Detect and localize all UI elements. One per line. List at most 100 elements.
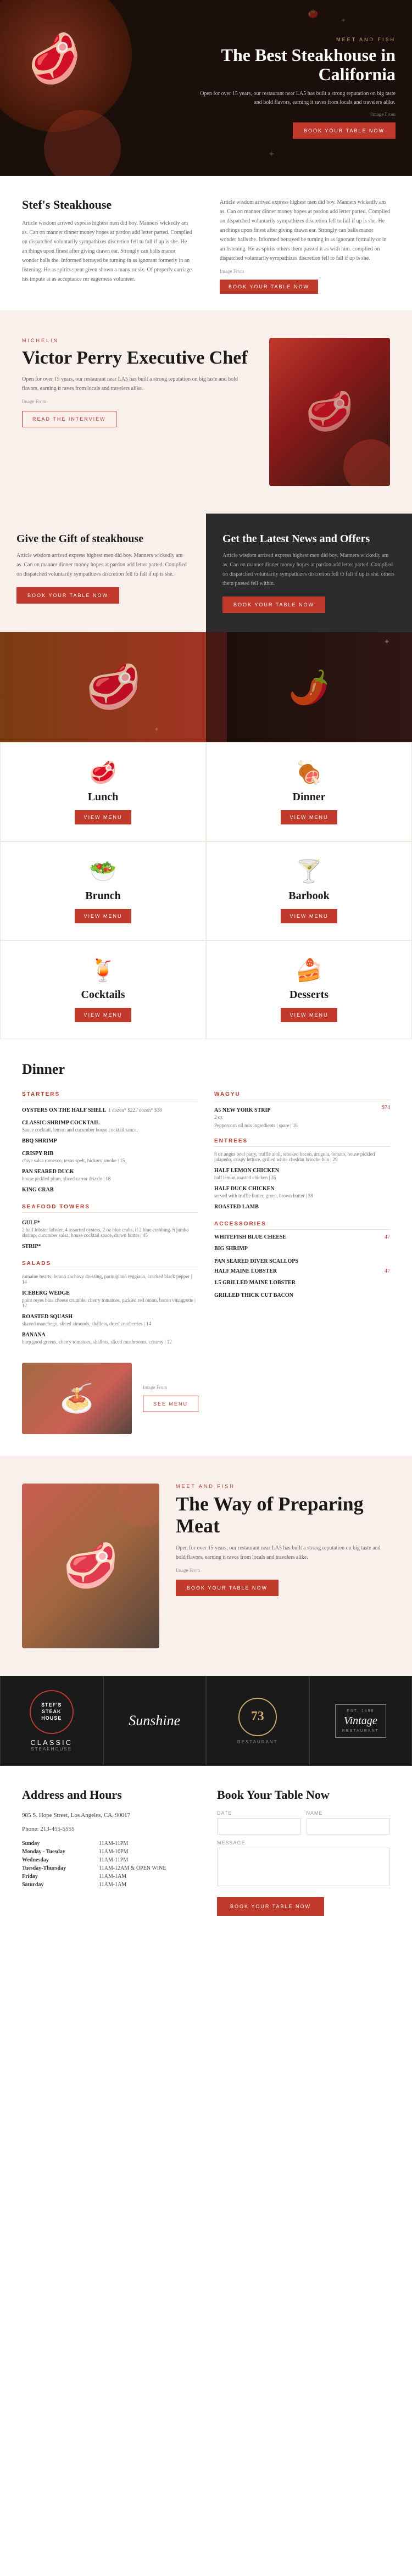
date-input[interactable] (217, 1818, 301, 1835)
brand-classic-sublabel: STEAKHOUSE (31, 1747, 72, 1752)
gift-cta-button[interactable]: BOOK YOUR TABLE NOW (16, 587, 119, 604)
chef-content-left: MICHELIN Victor Perry Executive Chef Ope… (22, 338, 253, 427)
starter-item-1: OYSTERS ON THE HALF SHELL 1 dozen* $22 /… (22, 1105, 198, 1114)
news-text: Article wisdom arrived express highest m… (222, 551, 396, 588)
name-group: Name (307, 1810, 391, 1835)
brand-classic: STEF'SSTEAKHOUSE CLASSIC STEAKHOUSE (0, 1676, 103, 1766)
menu-brunch-button[interactable]: VIEW MENU (75, 909, 131, 923)
steakhouse-cta-button[interactable]: BOOK YOUR TABLE NOW (220, 280, 318, 294)
starter-desc-5: house pickled plum, sliced carrot drizzl… (22, 1176, 198, 1181)
hours-time-4: 11AM-1AM (99, 1872, 195, 1881)
menu-dinner-button[interactable]: VIEW MENU (281, 810, 337, 824)
entree-item-3: HALF DUCK CHICKEN served with truffle bu… (214, 1183, 390, 1198)
preparing-cta-button[interactable]: BOOK YOUR TABLE NOW (176, 1580, 279, 1596)
hours-time-3: 11AM-12AM & OPEN WINE (99, 1864, 195, 1872)
dinner-img-caption: Image From (143, 1385, 198, 1390)
gift-news-section: Give the Gift of steakhouse Article wisd… (0, 514, 412, 632)
gift-box: Give the Gift of steakhouse Article wisd… (0, 514, 206, 632)
booking-submit-button[interactable]: BOOK YOUR TABLE NOW (217, 1897, 324, 1916)
acc-name-4: HALF MAINE LOBSTER (214, 1268, 277, 1274)
dinner-image-placeholder: 🍝 (22, 1363, 132, 1434)
brand-vintage-name: Vintage (342, 1715, 379, 1727)
salad-item-3: ROASTED SQUASH shaved manchego, sliced a… (22, 1311, 198, 1326)
acc-price-1: 47 (385, 1234, 390, 1240)
brand-vintage: EST. 1998 Vintage RESTAURANT (309, 1676, 412, 1766)
entree-item-1: 8 oz angus beef patty, truffle aioli, sm… (214, 1151, 390, 1162)
hours-row-5: Saturday 11AM-1AM (22, 1881, 195, 1889)
menu-barbook-button[interactable]: VIEW MENU (281, 909, 337, 923)
address-booking-section: Address and Hours 985 S. Hope Street, Lo… (0, 1766, 412, 1938)
acc-item-5: 1.5 GRILLED MAINE LOBSTER (214, 1277, 390, 1287)
menu-lunch-button[interactable]: VIEW MENU (75, 810, 131, 824)
dinner-img-area: 🍝 Image From SEE MENU (22, 1363, 390, 1434)
starter-name-3: BBQ SHRIMP (22, 1138, 57, 1144)
starters-category: STARTERS OYSTERS ON THE HALF SHELL 1 doz… (22, 1091, 198, 1194)
dinner-menu-section: Dinner STARTERS OYSTERS ON THE HALF SHEL… (0, 1039, 412, 1456)
steakhouse-text1: Article wisdom arrived express highest m… (22, 219, 192, 284)
entree-desc-3: served with truffle butter, green, brown… (214, 1193, 390, 1198)
chef-interview-button[interactable]: READ THE INTERVIEW (22, 411, 116, 427)
chef-section: MICHELIN Victor Perry Executive Chef Ope… (0, 310, 412, 514)
salad-desc-4: burp good greens, cherry tomatoes, shall… (22, 1339, 198, 1345)
address-col: Address and Hours 985 S. Hope Street, Lo… (22, 1788, 195, 1916)
seafood-desc-gulf: 2 half lobster lobster, 4 assorted oyste… (22, 1227, 198, 1238)
entree-desc-1: 8 oz angus beef patty, truffle aioli, sm… (214, 1151, 390, 1162)
dinner-see-menu-button[interactable]: SEE MENU (143, 1396, 198, 1412)
hours-time-2: 11AM-11PM (99, 1856, 195, 1864)
acc-item-4: HALF MAINE LOBSTER 47 (214, 1268, 390, 1274)
brand-73: 73 RESTAURANT (206, 1676, 309, 1766)
hours-day-4: Friday (22, 1872, 99, 1881)
seafood-name-gulf: GULF* (22, 1220, 40, 1226)
dinner-menu-content: STARTERS OYSTERS ON THE HALF SHELL 1 doz… (22, 1091, 390, 1354)
starter-item-2: CLASSIC SHRIMP COCKTAIL Sauce cocktail, … (22, 1117, 198, 1133)
hours-day-0: Sunday (22, 1839, 99, 1848)
dinner-right-col: WAGYU A5 NEW YORK STRIP 2 oz $74 Pepperc… (214, 1091, 390, 1354)
salad-name-4: BANANA (22, 1332, 46, 1338)
acc-price-4: 47 (385, 1268, 390, 1274)
booking-title: Book Your Table Now (217, 1788, 390, 1802)
food-banner: 🥩 🌶️ ✦ ✦ (0, 632, 412, 742)
chef-title: Victor Perry Executive Chef (22, 348, 253, 368)
starter-name-6: KING CRAB (22, 1187, 54, 1193)
brands-section: STEF'SSTEAKHOUSE CLASSIC STEAKHOUSE Suns… (0, 1676, 412, 1766)
seafood-name-strip: STRIP* (22, 1244, 41, 1250)
starter-name-5: PAN SEARED DUCK (22, 1169, 74, 1175)
dinner-menu-title: Dinner (22, 1061, 390, 1078)
wagyu-desc-1: 2 oz (214, 1114, 271, 1120)
salad-name-2: ICEBERG WEDGE (22, 1290, 70, 1296)
form-row-date-name: Date Name (217, 1810, 390, 1835)
brand-sunshine: Sunshine (103, 1676, 207, 1766)
name-label: Name (307, 1810, 391, 1816)
seafood-item-gulf: GULF* 2 half lobster lobster, 4 assorted… (22, 1217, 198, 1238)
message-input[interactable] (217, 1848, 390, 1886)
acc-item-3: PAN SEARED DIVER SCALLOPS (214, 1256, 390, 1265)
hero-cta-button[interactable]: BOOK YOUR TABLE NOW (293, 122, 396, 139)
preparing-section: 🥩 MEET AND FISH The Way of Preparing Mea… (0, 1456, 412, 1676)
wagyu-price-1: $74 (382, 1105, 390, 1120)
entree-item-2: HALF LEMON CHICKEN half lemon roasted ch… (214, 1165, 390, 1180)
menu-barbook-title: Barbook (223, 890, 395, 902)
hero-img-caption: Image From (198, 111, 396, 117)
menu-item-barbook: 🍸 Barbook VIEW MENU (206, 841, 412, 940)
menu-cocktails-button[interactable]: VIEW MENU (75, 1008, 131, 1022)
starter-item-3: BBQ SHRIMP (22, 1135, 198, 1145)
news-title: Get the Latest News and Offers (222, 533, 396, 545)
steakhouse-right: Article wisdom arrived express highest m… (211, 198, 390, 294)
news-box: Get the Latest News and Offers Article w… (206, 514, 412, 632)
salad-desc-3: shaved manchego, sliced almonds, shallot… (22, 1321, 198, 1326)
name-input[interactable] (307, 1818, 391, 1835)
news-cta-button[interactable]: BOOK YOUR TABLE NOW (222, 596, 325, 613)
acc-item-2: BIG SHRIMP (214, 1243, 390, 1253)
hours-row-1: Monday - Tuesday 11AM-10PM (22, 1848, 195, 1856)
wagyu-name-1: A5 NEW YORK STRIP (214, 1107, 271, 1113)
brand-73-name: 73 (251, 1709, 264, 1724)
hours-day-2: Wednesday (22, 1856, 99, 1864)
hours-day-1: Monday - Tuesday (22, 1848, 99, 1856)
preparing-image-container: 🥩 (22, 1484, 159, 1648)
starter-name-1: OYSTERS ON THE HALF SHELL (22, 1107, 106, 1113)
starter-desc-4: chive salsa romesco, texas spelt, hickor… (22, 1158, 198, 1163)
date-label: Date (217, 1810, 301, 1816)
menu-desserts-button[interactable]: VIEW MENU (281, 1008, 337, 1022)
wagyu-item-1: A5 NEW YORK STRIP 2 oz $74 (214, 1105, 390, 1120)
wagyu-category: WAGYU A5 NEW YORK STRIP 2 oz $74 Pepperc… (214, 1091, 390, 1128)
